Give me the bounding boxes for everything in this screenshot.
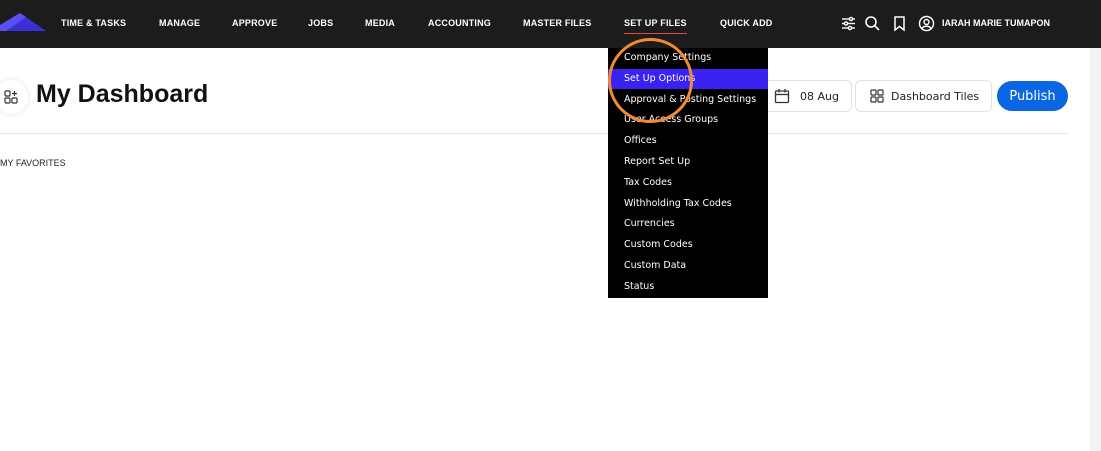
scrollbar-track[interactable] (1090, 48, 1101, 451)
header-divider (0, 133, 1068, 134)
logo-icon[interactable] (0, 11, 46, 35)
page-title: My Dashboard (36, 80, 209, 108)
search-icon[interactable] (864, 15, 881, 32)
dashboard-tiles-button[interactable]: Dashboard Tiles (855, 80, 992, 112)
user-name[interactable]: IARAH MARIE TUMAPON (942, 18, 1050, 28)
menu-item-set-up-options[interactable]: Set Up Options (608, 69, 768, 89)
top-nav-bar: TIME & TASKS MANAGE APPROVE JOBS MEDIA A… (0, 0, 1101, 48)
filter-sliders-icon[interactable] (840, 15, 857, 32)
menu-item-tax-codes[interactable]: Tax Codes (608, 173, 768, 193)
nav-set-up-files[interactable]: SET UP FILES (624, 18, 687, 34)
nav-accounting[interactable]: ACCOUNTING (428, 18, 491, 28)
dashboard-tiles-label: Dashboard Tiles (891, 90, 980, 103)
nav-master-files[interactable]: MASTER FILES (523, 18, 591, 28)
dashboard-layout-icon (4, 90, 18, 104)
date-label: 08 Aug (800, 90, 839, 103)
dashboard-toggle-button[interactable] (0, 80, 28, 114)
menu-item-approval-posting-settings[interactable]: Approval & Posting Settings (608, 90, 768, 110)
grid-icon (870, 89, 884, 103)
menu-item-custom-codes[interactable]: Custom Codes (608, 235, 768, 255)
date-picker-button[interactable]: 08 Aug (760, 80, 852, 112)
bookmark-icon[interactable] (891, 15, 908, 32)
menu-item-user-access-groups[interactable]: User Access Groups (608, 110, 768, 130)
menu-item-report-set-up[interactable]: Report Set Up (608, 152, 768, 172)
menu-item-company-settings[interactable]: Company Settings (608, 48, 768, 68)
nav-jobs[interactable]: JOBS (308, 18, 333, 28)
calendar-icon (774, 89, 790, 104)
nav-quick-add[interactable]: QUICK ADD (720, 18, 772, 28)
nav-time-tasks[interactable]: TIME & TASKS (61, 18, 126, 28)
nav-media[interactable]: MEDIA (365, 18, 395, 28)
user-circle-icon[interactable] (918, 15, 935, 32)
menu-item-withholding-tax-codes[interactable]: Withholding Tax Codes (608, 194, 768, 214)
menu-item-status[interactable]: Status (608, 277, 768, 297)
menu-item-currencies[interactable]: Currencies (608, 214, 768, 234)
set-up-files-dropdown: Company Settings Set Up Options Approval… (608, 48, 768, 298)
favorites-heading: MY FAVORITES (0, 158, 66, 168)
nav-manage[interactable]: MANAGE (159, 18, 200, 28)
menu-item-custom-data[interactable]: Custom Data (608, 256, 768, 276)
menu-item-offices[interactable]: Offices (608, 131, 768, 151)
publish-button[interactable]: Publish (997, 81, 1068, 111)
nav-approve[interactable]: APPROVE (232, 18, 277, 28)
